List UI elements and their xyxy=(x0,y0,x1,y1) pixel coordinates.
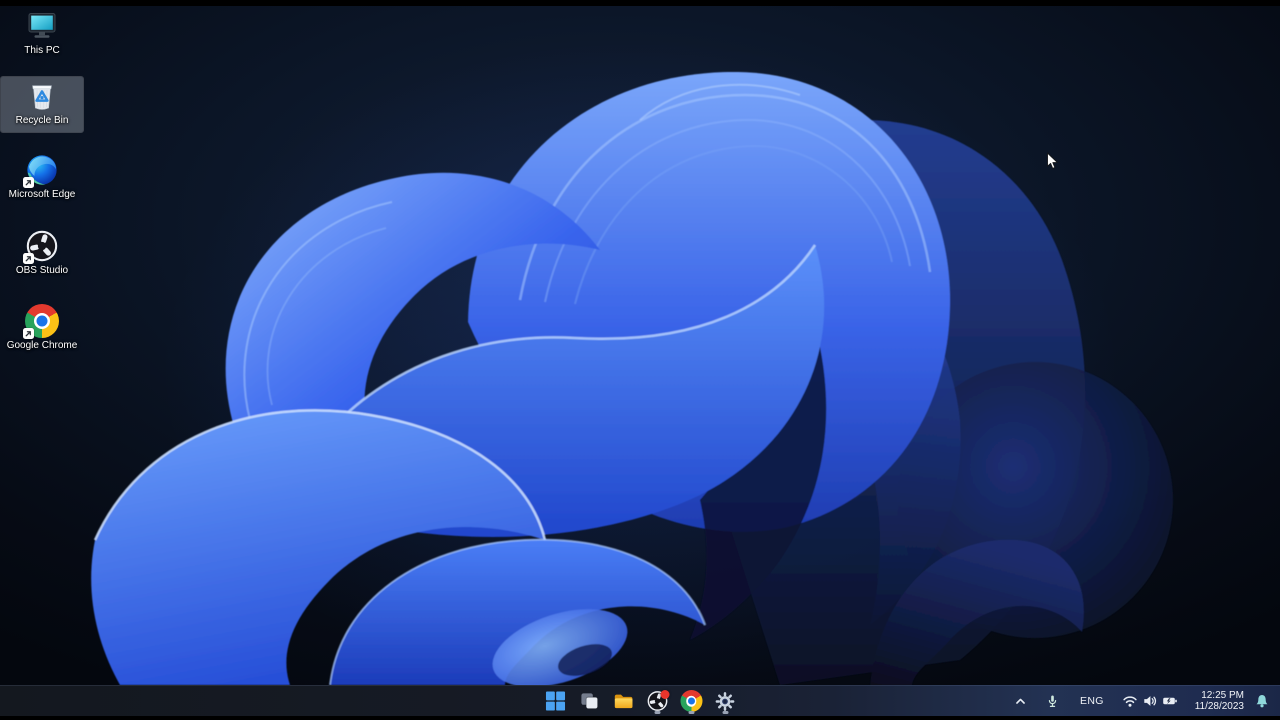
task-view-icon xyxy=(580,693,598,709)
icon-label: This PC xyxy=(24,45,60,56)
chevron-up-icon xyxy=(1016,698,1025,704)
shortcut-arrow-icon xyxy=(23,253,34,264)
wallpaper-bloom xyxy=(0,6,1280,685)
desktop-icon-this-pc[interactable]: This PC xyxy=(1,7,83,62)
notification-bell-icon xyxy=(1256,694,1268,708)
letterbox-bottom xyxy=(0,716,1280,720)
taskbar-center-group xyxy=(540,686,741,716)
running-indicator xyxy=(688,711,694,714)
icon-label: Google Chrome xyxy=(6,340,78,351)
battery-charging-icon xyxy=(1162,697,1177,705)
chrome-taskbar-button[interactable] xyxy=(676,688,707,715)
desktop-icon-obs-studio[interactable]: OBS Studio xyxy=(1,227,83,282)
running-indicator xyxy=(654,711,660,714)
start-button[interactable] xyxy=(540,688,571,715)
recording-badge xyxy=(660,689,670,699)
quick-settings-button[interactable] xyxy=(1117,689,1183,714)
desktop-icon-recycle-bin[interactable]: Recycle Bin xyxy=(0,76,84,133)
screen: This PC Recycle Bin Microsoft Edge OBS S… xyxy=(0,0,1280,720)
hidden-icons-button[interactable] xyxy=(1009,689,1032,714)
clock[interactable]: 12:25 PM 11/28/2023 xyxy=(1189,690,1250,713)
chrome-icon xyxy=(680,690,702,712)
this-pc-icon xyxy=(25,9,59,43)
tray-time: 12:25 PM xyxy=(1201,689,1244,701)
settings-taskbar-button[interactable] xyxy=(710,688,741,715)
chrome-icon xyxy=(23,304,59,339)
windows-logo-icon xyxy=(545,691,565,711)
file-explorer-icon xyxy=(614,694,632,709)
task-view-button[interactable] xyxy=(574,688,605,715)
desktop-icon-google-chrome[interactable]: Google Chrome xyxy=(1,302,83,357)
language-indicator[interactable]: ENG xyxy=(1073,689,1111,714)
volume-icon xyxy=(1143,696,1156,706)
taskbar: ENG 12:25 PM 11/28/2023 xyxy=(0,685,1280,716)
desktop[interactable]: This PC Recycle Bin Microsoft Edge OBS S… xyxy=(0,6,1280,685)
wifi-icon xyxy=(1123,696,1137,707)
desktop-icon-microsoft-edge[interactable]: Microsoft Edge xyxy=(1,151,83,206)
shortcut-arrow-icon xyxy=(23,177,34,188)
edge-icon xyxy=(23,153,59,188)
system-tray: ENG 12:25 PM 11/28/2023 xyxy=(1009,686,1274,716)
chrome-blue-core xyxy=(36,315,48,327)
running-indicator xyxy=(722,711,728,714)
gear-icon xyxy=(715,691,735,711)
obs-studio-taskbar-button[interactable] xyxy=(642,688,673,715)
letterbox-top xyxy=(0,0,1280,6)
icon-label: Microsoft Edge xyxy=(8,189,76,200)
microphone-icon xyxy=(1048,695,1057,707)
icon-label: OBS Studio xyxy=(15,265,69,276)
shortcut-arrow-icon xyxy=(23,328,34,339)
icon-label: Recycle Bin xyxy=(15,115,69,126)
recycle-bin-icon xyxy=(25,79,59,113)
obs-icon xyxy=(23,229,59,264)
file-explorer-button[interactable] xyxy=(608,688,639,715)
microphone-tray-button[interactable] xyxy=(1041,689,1064,714)
tray-date: 11/28/2023 xyxy=(1194,701,1244,712)
notification-center-button[interactable] xyxy=(1250,689,1274,714)
